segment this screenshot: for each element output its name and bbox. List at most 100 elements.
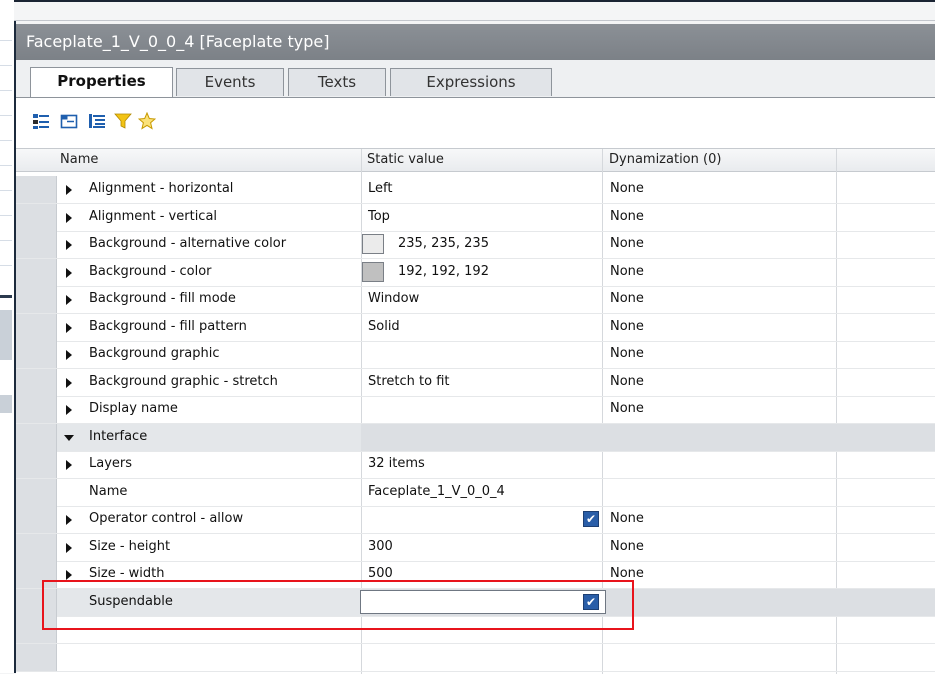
divider [0,265,12,266]
row-gutter [16,478,57,506]
categorized-view-icon[interactable] [32,112,50,130]
property-dynamization[interactable]: None [610,539,644,554]
property-value[interactable]: Top [368,209,390,224]
expand-arrow-icon[interactable] [66,515,72,525]
property-value[interactable]: Left [368,181,392,196]
property-row[interactable]: Size - height 300 None [16,533,935,562]
property-name: Background - fill mode [89,291,236,306]
tab-events[interactable]: Events [176,68,284,96]
expand-arrow-icon[interactable] [66,460,72,470]
favorites-star-icon[interactable] [138,112,156,130]
row-gutter [16,506,57,533]
property-row[interactable]: Background - fill pattern Solid None [16,313,935,342]
operator-control-checkbox[interactable]: ✔ [583,511,599,527]
property-value[interactable]: Window [368,291,419,306]
property-row[interactable]: Name Faceplate_1_V_0_0_4 [16,478,935,507]
tree-view-icon[interactable] [88,112,106,130]
property-value[interactable]: 32 items [368,456,425,471]
property-row[interactable]: Background graphic None [16,341,935,369]
tab-label: Events [204,73,256,91]
row-gutter [16,203,57,231]
property-dynamization[interactable]: None [610,291,644,306]
property-value[interactable]: 235, 235, 235 [398,236,489,251]
expand-arrow-icon[interactable] [66,350,72,360]
color-swatch[interactable] [362,261,384,282]
panel-splitter[interactable] [0,295,12,298]
header-name[interactable]: Name [60,152,98,167]
tab-label: Expressions [426,73,516,91]
empty-row [16,643,935,672]
property-dynamization[interactable]: None [610,566,644,581]
row-gutter [16,533,57,561]
alphabetical-view-icon[interactable] [60,112,78,130]
expand-arrow-icon[interactable] [66,240,72,250]
row-gutter [16,423,57,451]
expand-arrow-icon[interactable] [66,542,72,553]
color-swatch[interactable] [362,234,384,254]
divider [0,140,12,141]
property-row[interactable]: Layers 32 items [16,451,935,479]
expand-arrow-icon[interactable] [66,212,72,223]
divider [0,115,12,116]
property-group-row[interactable]: Interface [16,423,935,452]
property-dynamization[interactable]: None [610,401,644,416]
expand-arrow-icon[interactable] [66,377,72,388]
row-gutter [16,231,57,258]
property-dynamization[interactable]: None [610,209,644,224]
property-value[interactable]: 500 [368,566,393,581]
expand-arrow-icon[interactable] [66,185,72,195]
property-dynamization[interactable]: None [610,346,644,361]
property-row[interactable]: Display name None [16,396,935,424]
property-value[interactable]: Solid [368,319,400,334]
property-name: Background - fill pattern [89,318,247,334]
property-row[interactable]: Background - fill mode Window None [16,286,935,314]
expand-arrow-icon[interactable] [66,295,72,305]
divider [0,215,12,216]
property-value[interactable]: Faceplate_1_V_0_0_4 [368,484,505,499]
property-row[interactable]: Background - color 192, 192, 192 None [16,258,935,287]
expand-arrow-icon[interactable] [66,570,72,580]
header-dynamization[interactable]: Dynamization (0) [609,152,721,167]
window-title-bar: Faceplate_1_V_0_0_4 [Faceplate type] [16,24,935,60]
property-name: Interface [89,428,148,444]
property-name: Alignment - horizontal [89,181,234,196]
filter-icon[interactable] [114,112,132,130]
property-dynamization[interactable]: None [610,236,644,251]
property-row[interactable]: Background graphic - stretch Stretch to … [16,368,935,397]
property-row[interactable]: Alignment - horizontal Left None [16,176,935,204]
window-title: Faceplate_1_V_0_0_4 [Faceplate type] [26,32,330,51]
collapse-arrow-icon[interactable] [64,434,74,441]
row-gutter [16,451,57,478]
row-gutter [16,341,57,368]
property-dynamization[interactable]: None [610,511,644,526]
property-name: Layers [89,456,133,471]
divider [0,65,12,66]
property-dynamization[interactable]: None [610,319,644,334]
property-value[interactable]: 192, 192, 192 [398,264,489,279]
property-value[interactable]: 300 [368,539,393,554]
top-strip [14,0,935,21]
left-side-panel [0,0,16,673]
expand-arrow-icon[interactable] [66,405,72,415]
tab-expressions[interactable]: Expressions [390,68,552,96]
expand-arrow-icon[interactable] [66,267,72,278]
property-row[interactable]: Operator control - allow ✔ None [16,506,935,534]
tab-texts[interactable]: Texts [288,68,386,96]
property-name: Operator control - allow [89,511,244,526]
row-gutter [16,368,57,396]
property-value[interactable]: Stretch to fit [368,374,450,389]
property-name: Background graphic [89,346,220,361]
grid-header: Name Static value Dynamization (0) [16,149,935,172]
property-row[interactable]: Background - alternative color 235, 235,… [16,231,935,259]
row-gutter [16,313,57,341]
property-name: Name [89,483,128,499]
header-static-value[interactable]: Static value [367,152,444,167]
property-row[interactable]: Alignment - vertical Top None [16,203,935,232]
property-dynamization[interactable]: None [610,374,644,389]
expand-arrow-icon[interactable] [66,322,72,333]
tab-properties[interactable]: Properties [30,67,173,97]
divider [0,90,12,91]
property-name: Alignment - vertical [89,208,218,224]
property-dynamization[interactable]: None [610,181,644,196]
property-dynamization[interactable]: None [610,264,644,279]
